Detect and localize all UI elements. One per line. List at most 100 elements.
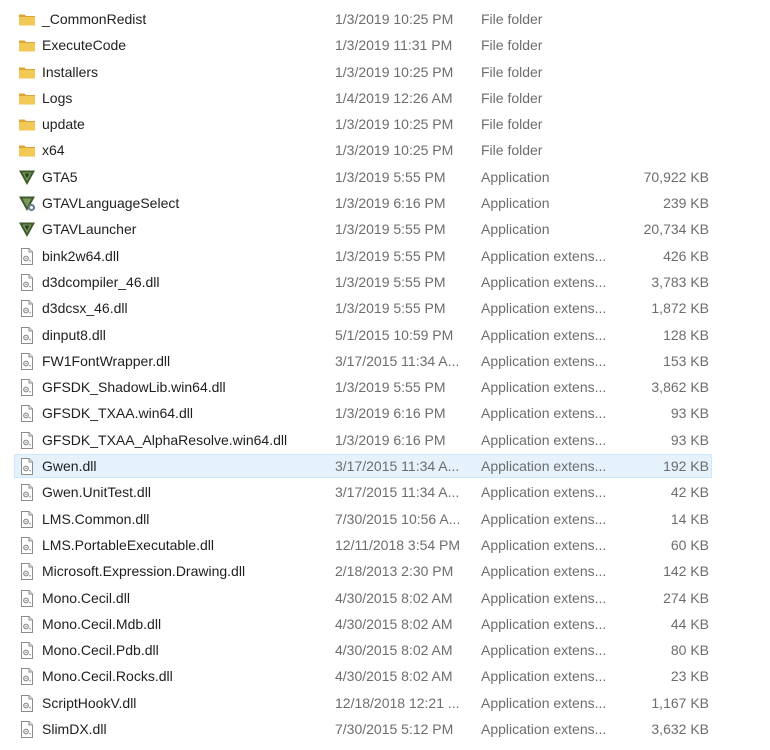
file-list: _CommonRedist 1/3/2019 10:25 PM File fol…	[0, 6, 770, 742]
file-date-modified: 1/3/2019 10:25 PM	[335, 11, 454, 27]
file-date-modified: 7/30/2015 10:56 A...	[335, 510, 461, 527]
file-date-modified: 1/3/2019 10:25 PM	[335, 116, 454, 133]
dll-file-icon	[18, 563, 36, 581]
file-row[interactable]: GFSDK_TXAA.win64.dll 1/3/2019 6:16 PM Ap…	[0, 400, 770, 426]
dll-file-icon	[18, 458, 36, 476]
gtav-settings-app-icon	[18, 195, 36, 212]
file-type: Application extens...	[481, 668, 607, 685]
file-row[interactable]: GTAVLanguageSelect 1/3/2019 6:16 PM Appl…	[0, 190, 770, 216]
dll-file-icon	[18, 694, 36, 712]
file-type: Application extens...	[481, 694, 607, 711]
file-row[interactable]: d3dcsx_46.dll 1/3/2019 5:55 PM Applicati…	[0, 295, 770, 321]
file-row[interactable]: SlimDX.dll 7/30/2015 5:12 PM Application…	[0, 716, 770, 742]
file-row[interactable]: GFSDK_TXAA_AlphaResolve.win64.dll 1/3/20…	[0, 427, 770, 453]
dll-file-icon	[18, 247, 36, 265]
file-size: 1,872 KB	[651, 300, 709, 317]
file-row[interactable]: Microsoft.Expression.Drawing.dll 2/18/20…	[0, 558, 770, 584]
file-row[interactable]: FW1FontWrapper.dll 3/17/2015 11:34 A... …	[0, 348, 770, 374]
file-name: Gwen.dll	[42, 458, 97, 475]
file-type: Application extens...	[481, 536, 607, 553]
file-date-modified: 1/3/2019 6:16 PM	[335, 195, 446, 212]
file-date-modified: 3/17/2015 11:34 A...	[335, 352, 460, 369]
file-name: ExecuteCode	[42, 37, 127, 54]
file-date-modified: 2/18/2013 2:30 PM	[335, 563, 454, 580]
file-row[interactable]: LMS.PortableExecutable.dll 12/11/2018 3:…	[0, 532, 770, 558]
file-name: Installers	[42, 63, 99, 80]
file-name: _CommonRedist	[42, 11, 147, 27]
file-name: x64	[42, 142, 65, 159]
gtav-app-icon	[18, 221, 36, 238]
file-name: LMS.Common.dll	[42, 510, 150, 527]
file-name: SlimDX.dll	[42, 721, 107, 738]
file-name: update	[42, 116, 85, 133]
file-date-modified: 1/3/2019 5:55 PM	[335, 300, 446, 317]
file-size: 93 KB	[670, 431, 709, 448]
file-date-modified: 7/30/2015 5:12 PM	[335, 721, 454, 738]
folder-icon	[18, 90, 36, 107]
file-size: 192 KB	[663, 458, 709, 475]
file-type: Application extens...	[481, 458, 607, 475]
file-type: File folder	[481, 11, 543, 27]
file-row[interactable]: Logs 1/4/2019 12:26 AM File folder	[0, 85, 770, 111]
folder-icon	[18, 37, 36, 54]
file-type: Application extens...	[481, 405, 607, 422]
file-size: 274 KB	[663, 589, 709, 606]
dll-file-icon	[18, 510, 36, 528]
file-size: 93 KB	[670, 405, 709, 422]
file-row[interactable]: update 1/3/2019 10:25 PM File folder	[0, 111, 770, 137]
file-row[interactable]: GFSDK_ShadowLib.win64.dll 1/3/2019 5:55 …	[0, 374, 770, 400]
file-size: 70,922 KB	[643, 168, 709, 185]
file-type: Application extens...	[481, 615, 607, 632]
file-row[interactable]: d3dcompiler_46.dll 1/3/2019 5:55 PM Appl…	[0, 269, 770, 295]
file-name: GFSDK_TXAA.win64.dll	[42, 405, 193, 422]
file-row[interactable]: ExecuteCode 1/3/2019 11:31 PM File folde…	[0, 32, 770, 58]
file-row[interactable]: dinput8.dll 5/1/2015 10:59 PM Applicatio…	[0, 322, 770, 348]
file-row[interactable]: Mono.Cecil.Rocks.dll 4/30/2015 8:02 AM A…	[0, 663, 770, 689]
file-name: LMS.PortableExecutable.dll	[42, 536, 214, 553]
file-date-modified: 1/4/2019 12:26 AM	[335, 89, 453, 106]
file-row[interactable]: x64 1/3/2019 10:25 PM File folder	[0, 137, 770, 163]
file-type: Application	[481, 168, 550, 185]
dll-file-icon	[18, 536, 36, 554]
file-type: Application extens...	[481, 510, 607, 527]
file-size: 60 KB	[670, 536, 709, 553]
file-type: File folder	[481, 37, 543, 54]
file-type: Application extens...	[481, 563, 607, 580]
file-row[interactable]: Mono.Cecil.dll 4/30/2015 8:02 AM Applica…	[0, 585, 770, 611]
folder-icon	[18, 11, 36, 28]
file-date-modified: 1/3/2019 5:55 PM	[335, 221, 446, 238]
file-type: Application extens...	[481, 431, 607, 448]
file-date-modified: 1/3/2019 5:55 PM	[335, 379, 446, 396]
file-name: bink2w64.dll	[42, 247, 120, 264]
file-row[interactable]: LMS.Common.dll 7/30/2015 10:56 A... Appl…	[0, 506, 770, 532]
file-name: Microsoft.Expression.Drawing.dll	[42, 563, 246, 580]
file-size: 142 KB	[663, 563, 709, 580]
file-type: Application extens...	[481, 352, 607, 369]
file-type: Application extens...	[481, 721, 607, 738]
file-row[interactable]: bink2w64.dll 1/3/2019 5:55 PM Applicatio…	[0, 243, 770, 269]
file-row[interactable]: Mono.Cecil.Pdb.dll 4/30/2015 8:02 AM App…	[0, 637, 770, 663]
file-name: GTAVLauncher	[42, 221, 137, 238]
file-row[interactable]: GTAVLauncher 1/3/2019 5:55 PM Applicatio…	[0, 216, 770, 242]
file-row[interactable]: Gwen.UnitTest.dll 3/17/2015 11:34 A... A…	[0, 479, 770, 505]
file-row[interactable]: Installers 1/3/2019 10:25 PM File folder	[0, 59, 770, 85]
dll-file-icon	[18, 668, 36, 686]
file-date-modified: 3/17/2015 11:34 A...	[335, 458, 460, 475]
file-date-modified: 4/30/2015 8:02 AM	[335, 589, 453, 606]
file-date-modified: 1/3/2019 11:31 PM	[335, 37, 453, 54]
file-row[interactable]: Mono.Cecil.Mdb.dll 4/30/2015 8:02 AM App…	[0, 611, 770, 637]
file-name: GTA5	[42, 168, 78, 185]
dll-file-icon	[18, 615, 36, 633]
file-row[interactable]: _CommonRedist 1/3/2019 10:25 PM File fol…	[0, 6, 770, 32]
file-name: Mono.Cecil.Mdb.dll	[42, 615, 162, 632]
file-row[interactable]: GTA5 1/3/2019 5:55 PM Application 70,922…	[0, 164, 770, 190]
file-row[interactable]: ScriptHookV.dll 12/18/2018 12:21 ... App…	[0, 690, 770, 716]
file-date-modified: 12/11/2018 3:54 PM	[335, 536, 461, 553]
dll-file-icon	[18, 589, 36, 607]
file-type: Application extens...	[481, 247, 607, 264]
file-row-selected[interactable]: Gwen.dll 3/17/2015 11:34 A... Applicatio…	[0, 453, 770, 479]
dll-file-icon	[18, 300, 36, 318]
dll-file-icon	[18, 642, 36, 660]
file-name: dinput8.dll	[42, 326, 106, 343]
file-name: Gwen.UnitTest.dll	[42, 484, 151, 501]
